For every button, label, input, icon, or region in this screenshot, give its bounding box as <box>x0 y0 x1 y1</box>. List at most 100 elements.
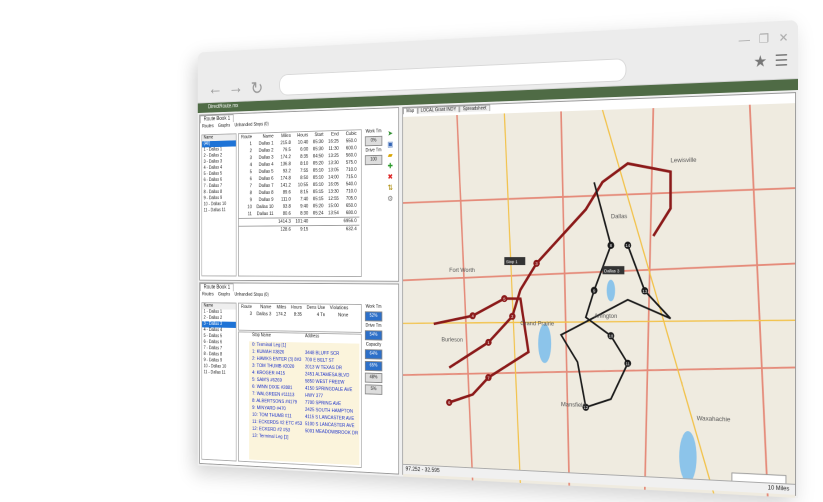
route-tree: Name (All) 1 - Dallas 12 - Dallas 23 - Dal… <box>201 133 237 277</box>
subtab[interactable]: Routes <box>200 291 216 298</box>
route-summary: Route Name Miles Hours Dens Use Violations 3 Da… <box>238 302 362 333</box>
table-cell: Dallas 3 <box>256 311 272 318</box>
map-panel: Map LOCAL Grant INDY Spreadsheet 123456789… <box>402 92 797 498</box>
lake <box>538 323 552 364</box>
subtab[interactable]: Unhandled Stops (0) <box>232 121 271 129</box>
stop-number: 10 <box>609 333 614 338</box>
col-stop-name[interactable]: Stop Name <box>252 333 305 339</box>
map-background <box>403 103 796 498</box>
minimize-icon[interactable]: — <box>739 32 750 46</box>
save-icon[interactable]: ▣ <box>385 139 396 150</box>
total-cell <box>326 217 341 225</box>
capacity-value: 48% <box>364 372 383 384</box>
scale-readout: 10 Miles <box>767 485 790 493</box>
capacity-value: 64% <box>364 349 383 360</box>
total-cell: 1414.3 <box>278 219 291 225</box>
table-cell: 13:54 <box>328 210 339 217</box>
table-cell: 3 <box>249 311 252 317</box>
sequence-icon[interactable]: ⇅ <box>385 183 396 194</box>
place-label: Burleson <box>441 337 462 343</box>
back-icon[interactable]: ← <box>208 79 223 100</box>
map-canvas[interactable]: 1234567891011121314ArlingtonGrand Prairi… <box>403 103 796 498</box>
map-tab[interactable]: Spreadsheet <box>459 104 490 113</box>
close-icon[interactable]: ✕ <box>779 31 789 45</box>
star-icon[interactable]: ★ <box>753 51 767 71</box>
menu-icon[interactable]: ☰ <box>775 50 789 71</box>
table-cell: 680.0 <box>345 210 357 216</box>
restore-icon[interactable]: ❐ <box>759 32 769 46</box>
total-cell: 9:15 <box>300 226 309 233</box>
table-cell: 80.6 <box>282 211 291 217</box>
delete-icon[interactable]: ✖ <box>385 172 396 183</box>
route-book-panel-top: Route Book 1 Routes Graphs Unhandled Stops… <box>199 107 400 282</box>
work-time-value: 52% <box>364 311 383 322</box>
stops-list: Stop Name Address 0: Terminal Leg [1] 1: K… <box>238 331 362 469</box>
browser-window: ← → ↻ — ❐ ✕ ★ ☰ DirectRoute.mx Route Boo… <box>197 20 798 498</box>
coords-readout: 97.252 - 32.595 <box>405 466 440 474</box>
app-window: DirectRoute.mx Route Book 1 Routes Graphs… <box>197 79 798 498</box>
table-cell: 8:30 <box>300 210 309 217</box>
work-time-value: 0% <box>364 135 383 147</box>
avg-row: 128.6 9:15 632.4 <box>238 225 360 234</box>
subtab[interactable]: Graphs <box>216 291 232 298</box>
table-row[interactable]: 3 Dallas 3 174.2 8:35 4 Tn None <box>239 311 351 320</box>
routes-table: Route Name Miles Hours Start End Cubic 1 Dallas … <box>238 129 362 278</box>
lake <box>606 279 616 302</box>
place-label: Mansfield <box>561 402 586 409</box>
table-cell: 4 Tn <box>316 312 326 318</box>
table-cell: 11 <box>247 211 252 217</box>
forward-icon[interactable]: → <box>228 78 243 99</box>
subtab[interactable]: Unhandled Stops (0) <box>232 291 271 298</box>
route-tree-2: Name 1 - Dallas 12 - Dallas 23 - Dallas 3… <box>201 302 237 462</box>
drive-time-label: Drive Tm <box>365 147 382 154</box>
total-cell: 128.6 <box>280 227 291 233</box>
drive-time-label: Drive Tm <box>365 323 382 329</box>
subtab[interactable]: Graphs <box>216 122 232 130</box>
place-label: Lewisville <box>671 158 698 165</box>
tree-item[interactable]: 11 - Dallas 11 <box>202 208 236 215</box>
callout-text: Stop 1 <box>506 259 518 264</box>
column-header[interactable]: Route <box>239 304 254 311</box>
capacity-label: Capacity <box>365 341 382 348</box>
table-cell: 174.2 <box>275 311 287 318</box>
capacity-value: 65% <box>364 360 383 372</box>
toolbar-top: ➤ ▣ ▰ ✚ ✖ ⇅ ⚙ <box>385 128 396 204</box>
work-time-label: Work Tm <box>365 128 382 135</box>
col-address[interactable]: Address <box>305 334 319 340</box>
drive-time-value: 54% <box>364 330 383 341</box>
stop-number: 11 <box>626 361 631 366</box>
total-cell <box>326 225 341 233</box>
total-cell: 6956.0 <box>343 218 357 225</box>
tree-item[interactable]: 11 - Dallas 11 <box>202 370 236 377</box>
pointer-icon[interactable]: ➤ <box>385 128 396 139</box>
place-label: Grand Prairie <box>520 321 554 328</box>
reload-icon[interactable]: ↻ <box>251 77 264 99</box>
total-cell <box>311 226 326 234</box>
table-cell: 8:35 <box>293 312 302 318</box>
stop-number: 14 <box>625 243 630 248</box>
stage: ← → ↻ — ❐ ✕ ★ ☰ DirectRoute.mx Route Boo… <box>0 0 823 502</box>
settings-icon[interactable]: ⚙ <box>385 194 396 205</box>
table-cell: 05:24 <box>312 210 324 217</box>
total-cell <box>311 217 326 225</box>
table-cell: Dallas 11 <box>256 211 274 217</box>
map-tab[interactable]: LOCAL Grant INDY <box>417 105 460 114</box>
drive-time-value: 100 <box>364 154 383 166</box>
callout-text: Dallas 3 <box>604 268 620 273</box>
add-icon[interactable]: ✚ <box>385 161 396 172</box>
stop-number: 13 <box>642 288 647 293</box>
folder-icon[interactable]: ▰ <box>385 150 396 161</box>
subtab[interactable]: Routes <box>200 123 216 130</box>
route-stats: Work Tm 0% Drive Tm 100 <box>363 129 384 168</box>
route-book-panel-bottom: Route Book 1 Routes Graphs Unhandled Stops… <box>199 282 400 475</box>
total-cell: 632.4 <box>345 226 357 233</box>
table-cell: None <box>338 312 349 319</box>
map-tab[interactable]: Map <box>403 107 418 115</box>
left-panels: Route Book 1 Routes Graphs Unhandled Stops… <box>199 107 400 475</box>
place-label: Waxahachie <box>697 416 731 424</box>
place-label: Dallas <box>611 214 627 220</box>
total-cell: 101:40 <box>295 218 309 225</box>
stop-name: 13: Terminal Leg [1] <box>252 433 289 441</box>
place-label: Arlington <box>594 313 617 320</box>
capacity-value: 5% <box>364 384 383 395</box>
